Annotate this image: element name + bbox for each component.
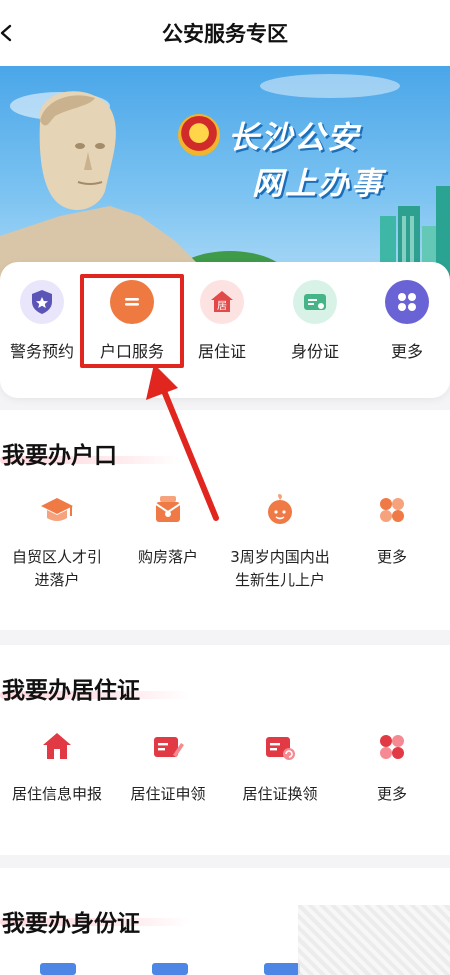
baby-icon (268, 494, 292, 524)
card-renew-icon (266, 737, 295, 760)
page-title: 公安服务专区 (162, 22, 288, 46)
svg-text:居: 居 (217, 300, 227, 312)
quick-service-id-card[interactable]: 身份证 (270, 280, 360, 362)
graduation-cap-icon (41, 498, 73, 521)
service-label: 居住证换领 (242, 785, 318, 803)
police-emblem-icon (178, 114, 220, 156)
service-label: 居住证申领 (130, 785, 206, 803)
service-label: 自贸区人才引 进落户 (11, 548, 102, 589)
more-grid-icon (380, 735, 404, 759)
service-label: 更多 (376, 785, 407, 803)
service-label: 3周岁内国内出 生新生儿上户 (230, 548, 330, 589)
home-icon (43, 733, 71, 759)
service-residence-info-report[interactable]: 居住信息申报 (0, 727, 117, 806)
card-edit-icon (154, 737, 184, 757)
more-grid-icon (380, 498, 404, 522)
service-talent-settlement[interactable]: 自贸区人才引 进落户 (0, 490, 117, 592)
quick-service-label: 身份证 (290, 342, 339, 361)
section-residence-permit: 我要办居住证 居住信息申报 居住证申领 居住证换领 更多 (0, 645, 450, 855)
service-newborn-registration[interactable]: 3周岁内国内出 生新生儿上户 (220, 490, 340, 592)
service-label: 居住信息申报 (11, 785, 102, 803)
section-title: 我要办身份证 (2, 911, 140, 937)
service-household-more[interactable]: 更多 (332, 490, 450, 569)
top-bar: 公安服务专区 (0, 0, 450, 66)
section-title: 我要办户口 (2, 443, 117, 469)
id-card-icon (293, 280, 337, 324)
banner-subtitle: 网上办事 (252, 166, 384, 202)
shield-star-icon (20, 280, 64, 324)
quick-service-label: 警务预约 (9, 342, 74, 361)
annotation-arrow-icon (146, 364, 219, 521)
service-label: 更多 (376, 548, 407, 566)
watermark (298, 905, 450, 975)
id-card-icon (264, 963, 300, 975)
service-label: 购房落户 (137, 548, 198, 566)
quick-service-label: 更多 (390, 342, 423, 361)
service-residence-permit-renew[interactable]: 居住证换领 (220, 727, 340, 806)
quick-service-more[interactable]: 更多 (362, 280, 450, 362)
service-residence-more[interactable]: 更多 (332, 727, 450, 806)
quick-service-label: 居住证 (197, 342, 246, 361)
id-card-icon (40, 963, 76, 975)
quick-service-residence-permit[interactable]: 居 居住证 (177, 280, 267, 362)
more-grid-icon (385, 280, 429, 324)
annotation-highlight-box (80, 274, 184, 368)
id-card-icon (152, 963, 188, 975)
residence-permit-icon: 居 (200, 280, 244, 324)
quick-service-police-appointment[interactable]: 警务预约 (0, 280, 87, 362)
service-residence-permit-apply[interactable]: 居住证申领 (108, 727, 228, 806)
section-title: 我要办居住证 (2, 678, 140, 704)
banner-title: 长沙公安 (228, 120, 360, 156)
